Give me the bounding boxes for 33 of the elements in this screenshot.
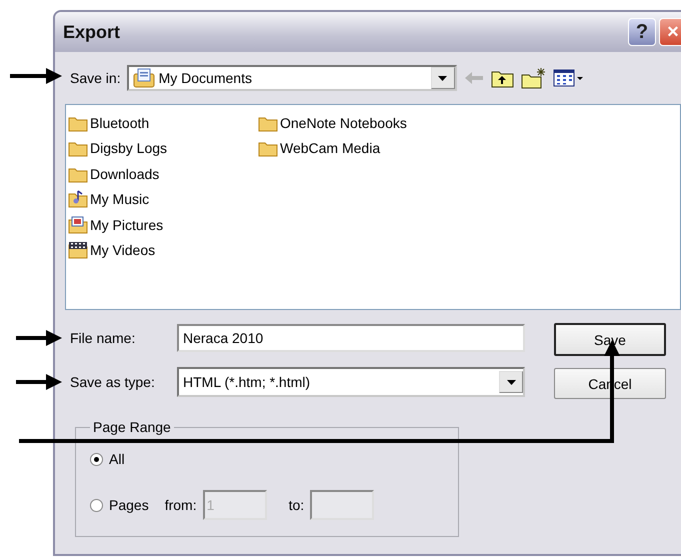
radio-button[interactable] — [90, 498, 103, 512]
pictures-folder-icon — [68, 216, 88, 234]
help-button[interactable]: ? — [628, 18, 656, 46]
film-folder-icon — [68, 241, 88, 260]
to-label: to: — [288, 497, 304, 513]
from-label: from: — [164, 497, 197, 513]
new-folder-icon[interactable] — [520, 67, 547, 89]
file-name-field[interactable]: Neraca 2010 — [177, 324, 525, 352]
dropdown-arrow-icon[interactable] — [438, 76, 448, 80]
save-as-type-label: Save as type: — [69, 374, 156, 390]
folder-item[interactable]: OneNote Notebooks — [258, 110, 448, 136]
view-menu-icon[interactable] — [552, 68, 585, 88]
save-button[interactable]: Save — [554, 323, 666, 356]
folder-item[interactable]: Bluetooth — [68, 110, 258, 136]
folder-item[interactable]: Downloads — [68, 161, 258, 186]
radio-label[interactable]: All — [109, 451, 125, 467]
save-in-dropdown[interactable]: My Documents — [126, 65, 457, 91]
folder-item[interactable]: My Videos — [68, 238, 258, 263]
radio-label[interactable]: Pages — [109, 497, 149, 513]
save-in-label: Save in: — [69, 70, 121, 86]
save-as-type-dropdown[interactable]: HTML (*.htm; *.html) — [177, 367, 525, 397]
folder-item[interactable]: WebCam Media — [258, 136, 448, 161]
folder-item[interactable]: My Pictures — [68, 212, 258, 238]
music-folder-icon — [68, 190, 88, 208]
pointer-arrow — [10, 68, 62, 84]
dropdown-arrow-icon[interactable] — [506, 380, 516, 384]
documents-folder-icon — [132, 68, 155, 88]
group-title: Page Range — [92, 419, 172, 435]
folder-item[interactable]: Digsby Logs — [68, 136, 258, 161]
file-name-label: File name: — [69, 330, 136, 346]
window-title: Export — [63, 22, 122, 42]
radio-button[interactable] — [90, 452, 103, 466]
folder-item[interactable]: My Music — [68, 186, 258, 212]
